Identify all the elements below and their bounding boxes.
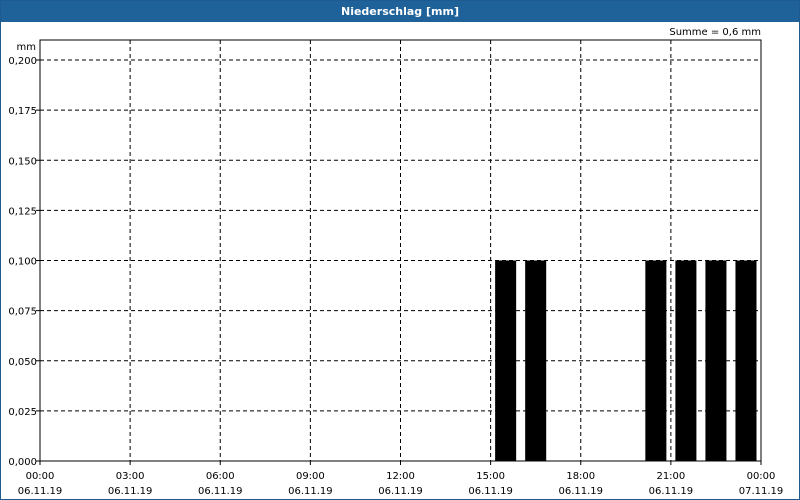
y-tick-label: 0,175: [8, 106, 37, 117]
x-tick-time-label: 00:00: [747, 471, 776, 482]
y-tick-label: 0,100: [8, 257, 37, 268]
precipitation-bar: [645, 260, 667, 461]
x-tick-date-label: 06.11.19: [649, 486, 694, 497]
precipitation-bar: [705, 260, 727, 461]
x-tick-date-label: 06.11.19: [198, 486, 243, 497]
x-tick-time-label: 21:00: [656, 471, 685, 482]
x-tick-time-label: 03:00: [116, 471, 145, 482]
sum-annotation: Summe = 0,6 mm: [669, 27, 761, 38]
precipitation-chart: 0,000 0,025 0,050 0,075 0,100 0,125 0,150 0,175…: [8, 27, 784, 497]
y-tick-label: 0,000: [8, 457, 37, 468]
x-tick-time-label: 00:00: [26, 471, 55, 482]
precipitation-bar: [495, 260, 517, 461]
y-tick-label: 0,075: [8, 307, 37, 318]
y-tick-label: 0,050: [8, 357, 37, 368]
precipitation-bar: [675, 260, 697, 461]
x-tick-time-label: 09:00: [296, 471, 325, 482]
x-tick-date-label: 06.11.19: [108, 486, 153, 497]
y-axis-ticks: 0,000 0,025 0,050 0,075 0,100 0,125 0,150 0,175…: [8, 56, 40, 468]
y-tick-label: 0,200: [8, 56, 37, 67]
x-tick-date-label: 06.11.19: [288, 486, 333, 497]
y-axis-unit-label: mm: [17, 42, 36, 53]
x-tick-date-label: 06.11.19: [468, 486, 513, 497]
precipitation-bar: [735, 260, 757, 461]
x-tick-time-label: 12:00: [386, 471, 415, 482]
x-tick-date-label: 06.11.19: [558, 486, 603, 497]
x-tick-date-label: 06.11.19: [18, 486, 63, 497]
x-tick-date-label: 06.11.19: [378, 486, 423, 497]
x-axis-ticks: 00:00 06.11.19 03:00 06.11.19 06:00 06.11.19 0…: [18, 461, 784, 497]
y-tick-label: 0,025: [8, 407, 37, 418]
precipitation-bar: [525, 260, 547, 461]
y-tick-label: 0,150: [8, 156, 37, 167]
x-tick-time-label: 15:00: [476, 471, 505, 482]
y-tick-label: 0,125: [8, 206, 37, 217]
x-tick-time-label: 06:00: [206, 471, 235, 482]
x-tick-date-label: 07.11.19: [739, 486, 784, 497]
x-tick-time-label: 18:00: [566, 471, 595, 482]
